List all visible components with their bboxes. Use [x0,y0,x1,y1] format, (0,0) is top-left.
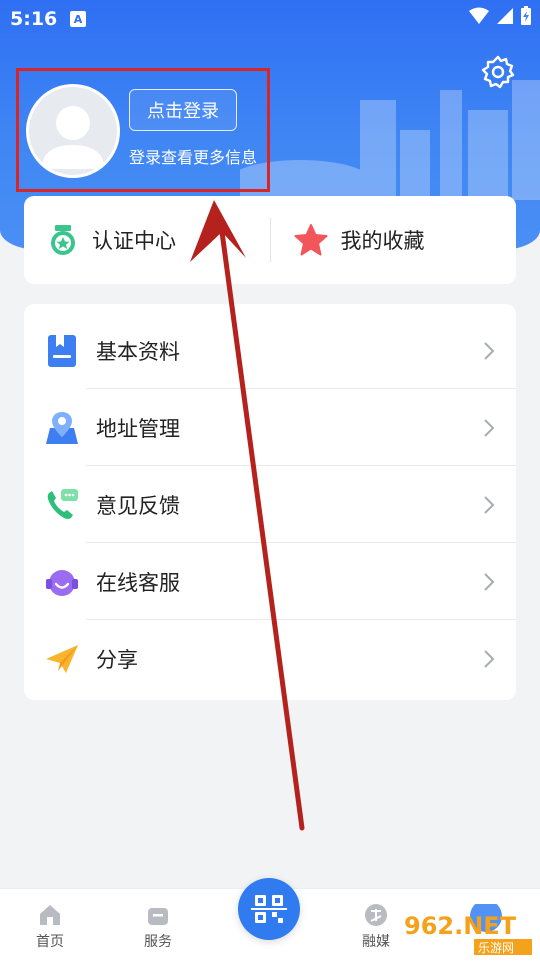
headset-icon [46,569,78,596]
nav-media[interactable]: 融媒 [362,901,390,951]
wifi-icon [469,7,489,24]
chevron-right-icon [484,495,495,514]
watermark-logo: 962.NET 乐游网 [404,904,532,955]
menu-item-label: 地址管理 [96,416,180,441]
watermark-main: 962.NET [404,912,517,940]
qr-scan-icon [251,895,287,923]
menu-item-address[interactable]: 地址管理 [24,389,516,466]
paper-plane-icon [46,644,78,673]
nav-label: 首页 [36,934,64,950]
chevron-right-icon [484,649,495,668]
phone-chat-icon [47,488,78,519]
menu-item-share[interactable]: 分享 [24,620,516,697]
chevron-right-icon [484,341,495,360]
map-pin-icon [46,411,78,444]
profile-book-icon [48,334,76,367]
chevron-right-icon [484,572,495,591]
status-icons [468,6,532,26]
menu-item-feedback[interactable]: 意见反馈 [24,466,516,543]
nav-label: 服务 [144,934,172,950]
certification-center-label: 认证中心 [92,229,176,253]
battery-icon [521,6,531,25]
certification-center-item[interactable]: 认证中心 [24,196,270,284]
nav-service[interactable]: 服务 [144,901,172,951]
badge-star-icon [51,225,75,255]
home-icon [40,905,60,925]
nav-home[interactable]: 首页 [36,901,64,951]
menu-item-label: 分享 [96,647,138,672]
media-icon [365,904,387,926]
city-skyline-illustration [240,80,540,200]
chevron-right-icon [484,418,495,437]
notification-a-icon: A [70,11,86,27]
status-bar: 5:16 A [0,0,540,36]
settings-gear-icon[interactable] [480,54,516,90]
my-favorites-label: 我的收藏 [340,229,425,253]
menu-item-label: 意见反馈 [96,493,180,518]
menu-item-online-service[interactable]: 在线客服 [24,543,516,620]
menu-item-basic-info[interactable]: 基本资料 [24,312,516,389]
menu-item-label: 在线客服 [96,570,180,595]
status-time: 5:16 [10,8,58,30]
menu-item-label: 基本资料 [96,339,180,364]
service-icon [148,908,168,925]
quick-actions-card: 认证中心 我的收藏 [24,196,516,284]
scan-button[interactable] [238,878,300,940]
menu-card: 基本资料 地址管理 意见反馈 在线客服 分享 [24,304,516,700]
signal-icon [497,8,513,24]
nav-label: 融媒 [362,934,390,950]
star-icon [294,224,327,256]
highlight-annotation-box [16,68,270,192]
watermark-sub: 乐游网 [478,941,514,955]
my-favorites-item[interactable]: 我的收藏 [271,196,517,284]
